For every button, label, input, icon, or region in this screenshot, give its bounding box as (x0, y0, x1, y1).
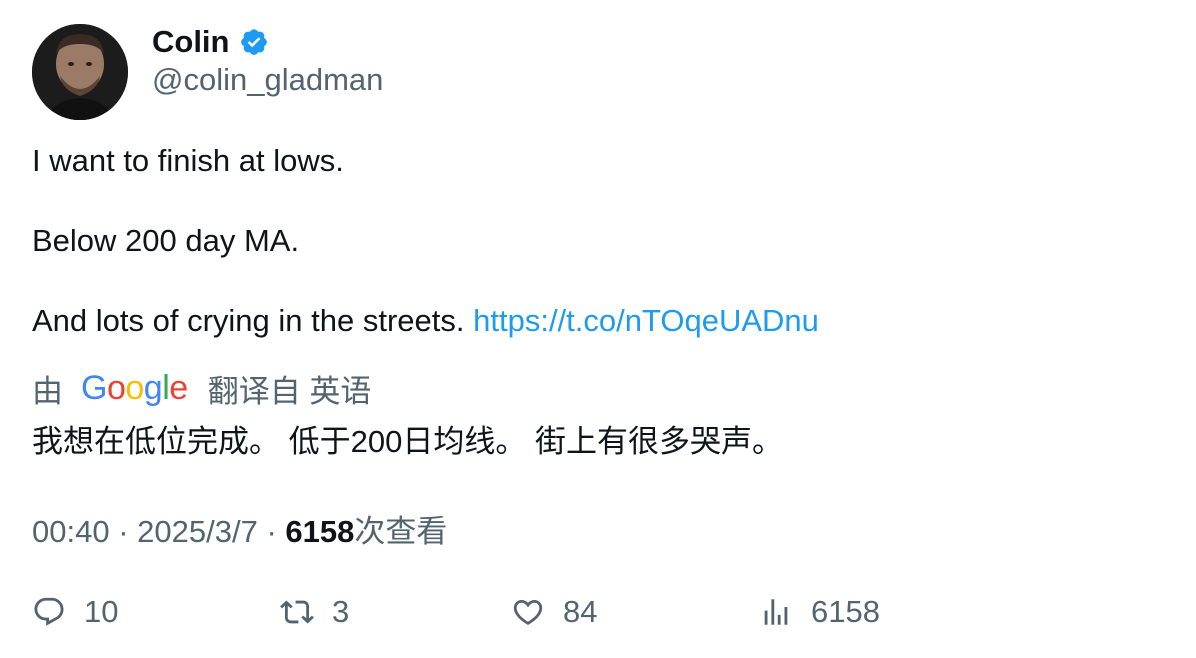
tweet-text-line: I want to finish at lows. (32, 143, 344, 178)
heart-icon (511, 595, 545, 629)
reply-icon (32, 595, 66, 629)
verified-badge-icon (239, 27, 269, 57)
author-handle[interactable]: @colin_gladman (152, 62, 383, 98)
translation-attribution: 由 Google 翻译自 英语 (32, 368, 372, 409)
meta-separator: · (118, 514, 129, 549)
avatar[interactable] (32, 24, 128, 120)
like-count: 84 (563, 594, 598, 629)
retweet-icon (280, 595, 314, 629)
translation-suffix: 翻译自 英语 (207, 373, 372, 409)
tweet-link[interactable]: https://t.co/nTOqeUADnu (473, 303, 819, 338)
views-label: 次查看 (354, 514, 448, 549)
reply-button[interactable]: 10 (32, 592, 118, 632)
views-count: 6158 (285, 514, 355, 549)
translated-text: 我想在低位完成。 低于200日均线。 街上有很多哭声。 (32, 424, 783, 459)
google-logo: Google (81, 368, 188, 407)
analytics-icon (759, 595, 793, 629)
retweet-count: 3 (332, 594, 350, 629)
tweet-text-line: And lots of crying in the streets. https… (32, 303, 819, 339)
reply-count: 10 (84, 594, 119, 629)
views-button[interactable]: 6158 (759, 592, 880, 632)
meta-separator: · (266, 514, 277, 549)
tweet-time[interactable]: 00:40 (32, 514, 110, 549)
like-button[interactable]: 84 (511, 592, 597, 632)
tweet-card: Colin @colin_gladman I want to finish at… (0, 0, 1196, 658)
tweet-text-line-content: And lots of crying in the streets. (32, 303, 465, 338)
views-action-count: 6158 (811, 594, 880, 629)
tweet-meta: 00:40 · 2025/3/7 · 6158次查看 (32, 506, 447, 551)
tweet-actions-bar: 10 3 84 6158 (0, 592, 1196, 632)
avatar-portrait-icon (32, 24, 128, 120)
tweet-text-line: Below 200 day MA. (32, 223, 300, 258)
author-display-name[interactable]: Colin (152, 24, 230, 60)
tweet-date[interactable]: 2025/3/7 (137, 514, 258, 549)
author-name-row: Colin (152, 22, 269, 62)
retweet-button[interactable]: 3 (280, 592, 349, 632)
translation-prefix: 由 (32, 373, 63, 409)
